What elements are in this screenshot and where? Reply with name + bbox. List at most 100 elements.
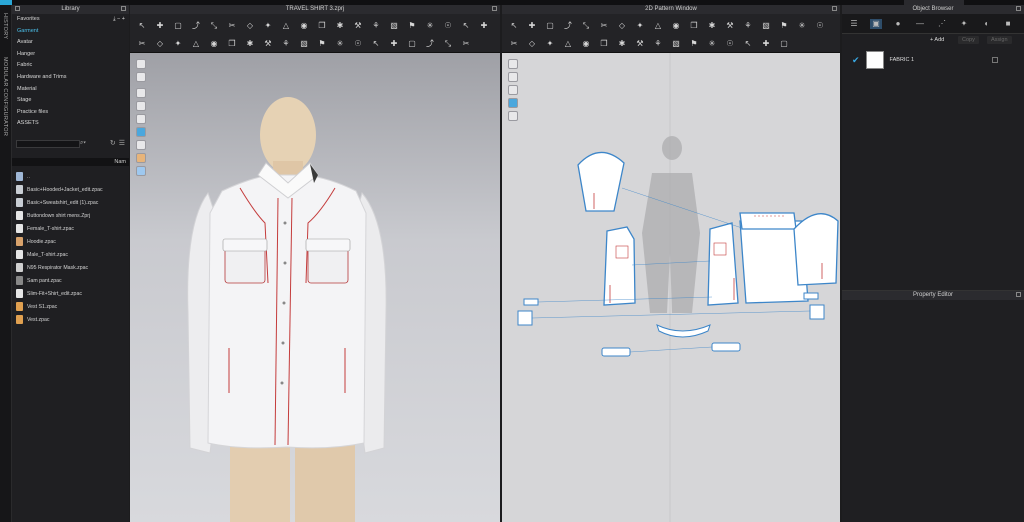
3d-tool-icon[interactable]: ⤴ — [192, 22, 200, 30]
2d-tool-icon[interactable]: ◇ — [618, 22, 626, 30]
2d-tool-icon[interactable]: ⤴ — [564, 22, 572, 30]
3d-tool-icon[interactable]: ⚑ — [318, 40, 326, 48]
2d-tool-icon[interactable]: ☉ — [726, 40, 734, 48]
2d-tool-icon[interactable]: ✱ — [708, 22, 716, 30]
2d-tool-icon[interactable]: ⚑ — [780, 22, 788, 30]
3d-tool-icon[interactable]: ↖ — [462, 22, 470, 30]
2d-tool-icon[interactable]: ✂ — [510, 40, 518, 48]
2d-tool-icon[interactable]: ⚒ — [726, 22, 734, 30]
library-search-input[interactable] — [16, 140, 80, 148]
favorites-actions-icon[interactable]: ⤓ − + — [113, 14, 125, 26]
3d-tool-icon[interactable]: ✂ — [228, 22, 236, 30]
3d-tool-icon[interactable]: ▧ — [390, 22, 398, 30]
3d-tool-icon[interactable]: ⚘ — [372, 22, 380, 30]
3d-tool-icon[interactable]: ⚒ — [354, 22, 362, 30]
2d-tool-icon[interactable]: ↖ — [510, 22, 518, 30]
2d-tool-icon[interactable]: ▢ — [780, 40, 788, 48]
file-list-item[interactable]: Vest.zpac — [12, 313, 129, 326]
2d-tool-icon[interactable]: ❐ — [690, 22, 698, 30]
2d-tool-icon[interactable]: ☉ — [816, 22, 824, 30]
3d-tool-icon[interactable]: ⤡ — [210, 22, 218, 30]
3d-tool-icon[interactable]: ☉ — [444, 22, 452, 30]
2d-tool-icon[interactable]: ↖ — [744, 40, 752, 48]
3d-tool-icon[interactable]: ❐ — [228, 40, 236, 48]
2d-tool-icon[interactable]: ✚ — [528, 22, 536, 30]
3d-tool-icon[interactable]: ◉ — [300, 22, 308, 30]
3d-viewport[interactable] — [130, 53, 500, 522]
3d-tool-icon[interactable]: ◉ — [210, 40, 218, 48]
file-list-item[interactable]: Hoodie.zpac — [12, 235, 129, 248]
2d-tool-icon[interactable]: △ — [654, 22, 662, 30]
3d-tool-icon[interactable]: ✱ — [246, 40, 254, 48]
3d-tool-icon[interactable]: ✚ — [156, 22, 164, 30]
3d-tool-icon[interactable]: ✚ — [480, 22, 488, 30]
3d-tool-icon[interactable]: ⤡ — [444, 40, 452, 48]
2d-tool-icon[interactable]: ✳ — [708, 40, 716, 48]
tab-history[interactable]: HISTORY — [2, 13, 8, 39]
2d-tool-icon[interactable]: ❐ — [600, 40, 608, 48]
2d-tool-icon[interactable]: ◉ — [672, 22, 680, 30]
library-nav-item[interactable]: Avatar — [12, 37, 129, 49]
library-nav-item[interactable]: Practice files — [12, 107, 129, 119]
assign-button[interactable]: Assign — [987, 36, 1012, 44]
fabric-options-icon[interactable] — [992, 57, 998, 63]
column-header-name[interactable]: Nam — [12, 158, 129, 166]
3d-tool-icon[interactable]: △ — [282, 22, 290, 30]
search-icon[interactable]: ⌕▾ — [80, 140, 86, 147]
maximize-icon[interactable] — [1016, 6, 1021, 11]
3d-tool-icon[interactable]: ▢ — [408, 40, 416, 48]
maximize-icon[interactable] — [1016, 292, 1021, 297]
2d-tool-icon[interactable]: ✚ — [762, 40, 770, 48]
3d-tool-icon[interactable]: ✳ — [426, 22, 434, 30]
2d-tool-icon[interactable]: ▧ — [762, 22, 770, 30]
3d-tool-icon[interactable]: △ — [192, 40, 200, 48]
library-nav-item[interactable]: ASSETS — [12, 118, 129, 130]
undock-icon[interactable] — [15, 6, 20, 11]
tab-zipper[interactable]: — — [914, 19, 926, 29]
3d-tool-icon[interactable]: ✱ — [336, 22, 344, 30]
library-nav-item[interactable]: Hanger — [12, 49, 129, 61]
3d-tool-icon[interactable]: ⚘ — [282, 40, 290, 48]
3d-tool-icon[interactable]: ⤴ — [426, 40, 434, 48]
2d-tool-icon[interactable]: ◇ — [528, 40, 536, 48]
library-nav-item[interactable]: Hardware and Trims — [12, 72, 129, 84]
2d-pattern-viewport[interactable] — [502, 53, 840, 522]
3d-tool-icon[interactable]: ✂ — [138, 40, 146, 48]
3d-tool-icon[interactable]: ⚑ — [408, 22, 416, 30]
3d-tool-icon[interactable]: ✚ — [390, 40, 398, 48]
file-list-item[interactable]: .. — [12, 170, 129, 183]
2d-tool-icon[interactable]: ✦ — [546, 40, 554, 48]
file-list-item[interactable]: Male_T-shirt.zpac — [12, 248, 129, 261]
copy-button[interactable]: Copy — [958, 36, 979, 44]
2d-tool-icon[interactable]: ⚘ — [744, 22, 752, 30]
file-list-item[interactable]: Buttondown shirt mens.Zprj — [12, 209, 129, 222]
tab-topstitch[interactable]: ⋰ — [936, 19, 948, 29]
file-list-item[interactable]: Basic+Sweatshirt_edit (1).zpac — [12, 196, 129, 209]
2d-tool-icon[interactable]: ⚘ — [654, 40, 662, 48]
tab-button[interactable]: ● — [892, 19, 904, 29]
3d-tool-icon[interactable]: ◇ — [246, 22, 254, 30]
3d-tool-icon[interactable]: ❐ — [318, 22, 326, 30]
2d-tool-icon[interactable]: △ — [564, 40, 572, 48]
library-nav-item[interactable]: Fabric — [12, 60, 129, 72]
3d-tool-icon[interactable]: ↖ — [138, 22, 146, 30]
2d-tool-icon[interactable]: ✳ — [798, 22, 806, 30]
3d-tool-icon[interactable]: ⚒ — [264, 40, 272, 48]
tab-scene-list[interactable]: ☰ — [848, 19, 860, 29]
file-list-item[interactable]: N95 Respirator Mask.zpac — [12, 261, 129, 274]
2d-tool-icon[interactable]: ⤡ — [582, 22, 590, 30]
3d-tool-icon[interactable]: ↖ — [372, 40, 380, 48]
library-nav-item[interactable]: Favorites ⤓ − + — [12, 14, 129, 26]
tab-fabric[interactable]: ▣ — [870, 19, 882, 29]
2d-tool-icon[interactable]: ⚒ — [636, 40, 644, 48]
2d-tool-icon[interactable]: ✦ — [636, 22, 644, 30]
3d-tool-icon[interactable]: ▧ — [300, 40, 308, 48]
2d-tool-icon[interactable]: ▢ — [546, 22, 554, 30]
maximize-icon[interactable] — [492, 6, 497, 11]
fabric-list-item[interactable]: ✔ FABRIC 1 — [852, 51, 914, 69]
3d-tool-icon[interactable]: ✂ — [462, 40, 470, 48]
2d-tool-icon[interactable]: ◉ — [582, 40, 590, 48]
file-list-item[interactable]: Sam pant.zpac — [12, 274, 129, 287]
maximize-icon[interactable] — [832, 6, 837, 11]
file-list-item[interactable]: Vest S1.zpac — [12, 300, 129, 313]
